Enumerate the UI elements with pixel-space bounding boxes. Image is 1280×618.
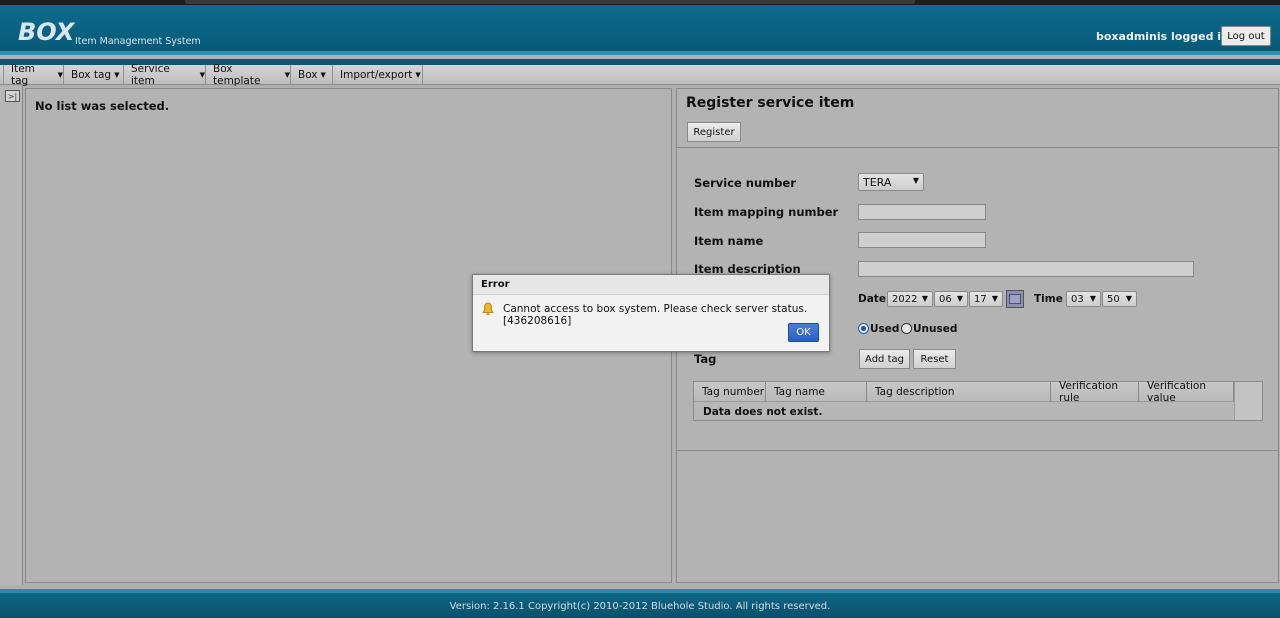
column-header[interactable]: Verification rule (1051, 380, 1139, 404)
column-header[interactable]: Tag description (867, 382, 1051, 402)
menu-item-label: Item tag (11, 63, 35, 87)
menu-item-label: Service item (131, 63, 170, 87)
time-label: Time (1034, 293, 1063, 305)
dropdown-arrow-icon: ▼ (57, 71, 63, 79)
app-footer: Version: 2.16.1 Copyright(c) 2010-2012 B… (0, 589, 1280, 618)
year-select[interactable]: 2022 ▼ (887, 291, 933, 307)
column-header[interactable]: Verification value (1139, 380, 1234, 404)
chevron-down-icon: ▼ (921, 294, 928, 303)
menu-item-label: Box template (213, 63, 261, 87)
table-scrollbar[interactable] (1234, 382, 1262, 420)
item-mapping-input[interactable] (858, 204, 986, 220)
dropdown-arrow-icon: ▼ (114, 71, 120, 79)
reset-button[interactable]: Reset (913, 349, 956, 369)
dialog-titlebar[interactable]: Error (473, 275, 829, 295)
app-logo: BOX (18, 18, 75, 46)
month-value: 06 (939, 293, 952, 305)
tag-label: Tag (694, 352, 717, 366)
menu-service-item[interactable]: Service item ▼ (124, 63, 206, 87)
day-select[interactable]: 17 ▼ (969, 291, 1003, 307)
hour-value: 03 (1071, 293, 1084, 305)
column-header[interactable]: Tag number (694, 382, 766, 402)
expand-panel-icon[interactable]: >| (5, 90, 20, 102)
warning-bell-icon (482, 302, 494, 316)
menu-bar: Item tag ▼ Box tag ▼ Service item ▼ Box tem… (0, 63, 1280, 87)
window-top-bar (185, 0, 915, 4)
minute-select[interactable]: 50 ▼ (1102, 291, 1137, 307)
chevron-down-icon: ▼ (956, 294, 963, 303)
ok-button[interactable]: OK (788, 323, 819, 342)
menu-item-label: Box (298, 69, 318, 81)
service-number-label: Service number (694, 176, 796, 190)
footer-copyright: Version: 2.16.1 Copyright(c) 2010-2012 B… (449, 601, 831, 612)
dropdown-arrow-icon: ▼ (199, 71, 205, 79)
dropdown-arrow-icon: ▼ (320, 71, 326, 79)
menu-box-tag[interactable]: Box tag ▼ (64, 65, 124, 85)
divider (677, 450, 1278, 451)
column-header[interactable]: Tag name (766, 382, 867, 402)
unused-label: Unused (913, 323, 958, 335)
minute-value: 50 (1107, 293, 1120, 305)
dialog-message: Cannot access to box system. Please chec… (503, 303, 808, 327)
dropdown-arrow-icon: ▼ (415, 71, 421, 79)
empty-table-message: Data does not exist. (703, 406, 823, 418)
chevron-down-icon: ▼ (1125, 294, 1132, 303)
empty-list-message: No list was selected. (35, 99, 170, 113)
error-dialog: Error Cannot access to box system. Pleas… (472, 274, 830, 352)
tag-table: Tag number Tag name Tag description Veri… (693, 380, 1263, 421)
item-mapping-label: Item mapping number (694, 205, 839, 219)
month-select[interactable]: 06 ▼ (934, 291, 968, 307)
hour-select[interactable]: 03 ▼ (1066, 291, 1101, 307)
menu-item-tag[interactable]: Item tag ▼ (3, 63, 64, 87)
calendar-icon[interactable] (1006, 290, 1024, 308)
service-number-select[interactable]: TERA ▼ (858, 173, 924, 191)
app-header: BOX Item Management System boxadminis lo… (0, 5, 1280, 55)
chevron-down-icon: ▼ (991, 294, 998, 303)
item-name-label: Item name (694, 234, 764, 248)
dropdown-arrow-icon: ▼ (284, 71, 290, 79)
side-collapse-column: >| (0, 86, 23, 585)
menu-item-label: Import/export (340, 69, 413, 81)
chevron-down-icon: ▼ (912, 176, 919, 185)
login-status: boxadminis logged in. (1096, 30, 1234, 43)
logout-button[interactable]: Log out (1221, 26, 1271, 46)
page-title: Register service item (686, 95, 855, 111)
item-description-input[interactable] (858, 261, 1194, 277)
dialog-title: Error (481, 279, 510, 290)
menu-box[interactable]: Box ▼ (291, 65, 333, 85)
menu-item-label: Box tag (71, 69, 112, 81)
used-label: Used (870, 323, 900, 335)
register-button[interactable]: Register (687, 122, 741, 142)
chevron-down-icon: ▼ (1089, 294, 1096, 303)
app-subtitle: Item Management System (75, 36, 201, 47)
menu-import-export[interactable]: Import/export ▼ (333, 65, 423, 85)
item-name-input[interactable] (858, 232, 986, 248)
divider (677, 147, 1278, 148)
day-value: 17 (974, 293, 987, 305)
year-value: 2022 (892, 293, 918, 305)
menu-box-template[interactable]: Box template ▼ (206, 63, 291, 87)
service-number-value: TERA (863, 175, 892, 189)
unused-radio[interactable] (901, 323, 912, 334)
used-radio[interactable] (858, 323, 869, 334)
date-label: Date (858, 293, 886, 305)
add-tag-button[interactable]: Add tag (859, 349, 910, 369)
